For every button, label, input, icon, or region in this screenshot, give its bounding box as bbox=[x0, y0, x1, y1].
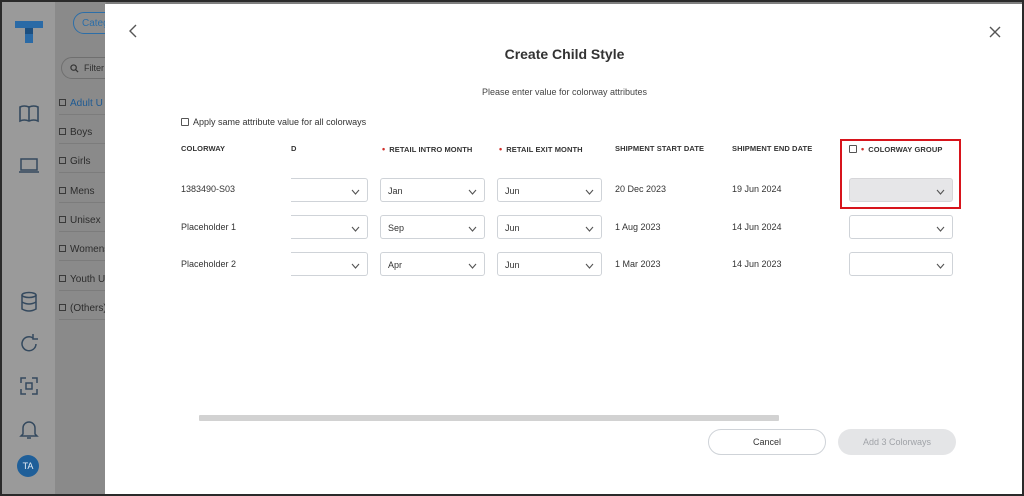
chevron-down-icon bbox=[468, 189, 477, 195]
create-child-style-modal: Create Child Style Please enter value fo… bbox=[105, 4, 1022, 494]
row2-partial-select[interactable] bbox=[291, 215, 368, 239]
required-marker: • bbox=[499, 144, 503, 154]
row1-colorway-group-select[interactable] bbox=[849, 178, 953, 202]
search-icon bbox=[70, 64, 79, 73]
header-retail-exit: • RETAIL EXIT MONTH bbox=[499, 144, 583, 154]
row3-intro-select[interactable]: Apr bbox=[380, 252, 485, 276]
row2-ship-end: 14 Jun 2024 bbox=[732, 222, 782, 232]
header-colorway: COLORWAY bbox=[181, 144, 226, 153]
chevron-down-icon bbox=[585, 226, 594, 232]
close-icon bbox=[989, 26, 1001, 38]
apply-all-option[interactable]: Apply same attribute value for all color… bbox=[181, 117, 366, 127]
chevron-left-icon bbox=[129, 24, 137, 38]
row2-ship-start: 1 Aug 2023 bbox=[615, 222, 661, 232]
chevron-down-icon bbox=[468, 263, 477, 269]
avatar[interactable]: TA bbox=[17, 455, 39, 477]
header-ship-end: SHIPMENT END DATE bbox=[732, 144, 813, 153]
chevron-down-icon bbox=[585, 263, 594, 269]
row1-exit-select[interactable]: Jun bbox=[497, 178, 602, 202]
expand-icon[interactable] bbox=[17, 374, 41, 398]
header-retail-intro: • RETAIL INTRO MONTH bbox=[382, 144, 473, 154]
refresh-icon[interactable] bbox=[17, 332, 41, 356]
filter-placeholder: Filter bbox=[84, 63, 104, 73]
icon-rail: TA bbox=[2, 2, 56, 494]
row2-colorway: Placeholder 1 bbox=[181, 222, 237, 232]
chevron-down-icon bbox=[351, 226, 360, 232]
row1-ship-start: 20 Dec 2023 bbox=[615, 184, 667, 194]
brand-logo-icon bbox=[15, 21, 43, 43]
chevron-down-icon bbox=[585, 189, 594, 195]
chevron-down-icon bbox=[936, 263, 945, 269]
book-icon[interactable] bbox=[17, 102, 41, 126]
row3-exit-select[interactable]: Jun bbox=[497, 252, 602, 276]
chevron-down-icon bbox=[936, 226, 945, 232]
close-button[interactable] bbox=[987, 24, 1003, 40]
modal-subtitle: Please enter value for colorway attribut… bbox=[481, 87, 648, 97]
chevron-down-icon bbox=[468, 226, 477, 232]
row2-intro-select[interactable]: Sep bbox=[380, 215, 485, 239]
row3-ship-end: 14 Jun 2023 bbox=[732, 259, 782, 269]
modal-title: Create Child Style bbox=[504, 46, 625, 62]
header-ship-start: SHIPMENT START DATE bbox=[615, 144, 705, 153]
row2-exit-select[interactable]: Jun bbox=[497, 215, 602, 239]
chevron-down-icon bbox=[936, 189, 945, 195]
add-colorways-button[interactable]: Add 3 Colorways bbox=[838, 429, 956, 455]
row1-intro-select[interactable]: Jan bbox=[380, 178, 485, 202]
apply-all-label: Apply same attribute value for all color… bbox=[193, 117, 367, 127]
row3-colorway-group-select[interactable] bbox=[849, 252, 953, 276]
apply-all-checkbox[interactable] bbox=[181, 118, 189, 126]
row1-colorway: 1383490-S03 bbox=[181, 184, 236, 194]
row3-colorway: Placeholder 2 bbox=[181, 259, 237, 269]
row1-ship-end: 19 Jun 2024 bbox=[732, 184, 782, 194]
chevron-down-icon bbox=[351, 189, 360, 195]
row1-partial-select[interactable] bbox=[291, 178, 368, 202]
row3-ship-start: 1 Mar 2023 bbox=[615, 259, 661, 269]
chevron-down-icon bbox=[351, 263, 360, 269]
category-panel: Categ Filter Adult U Boys Girls Mens Uni… bbox=[56, 2, 133, 494]
cancel-button[interactable]: Cancel bbox=[708, 429, 826, 455]
horizontal-scrollbar[interactable] bbox=[199, 415, 779, 421]
required-marker: • bbox=[382, 144, 386, 154]
row3-partial-select[interactable] bbox=[291, 252, 368, 276]
app-frame: TA Categ Filter Adult U Boys Girls Mens … bbox=[0, 0, 1024, 496]
header-partial-column: D bbox=[291, 144, 297, 153]
row2-colorway-group-select[interactable] bbox=[849, 215, 953, 239]
bell-icon[interactable] bbox=[17, 417, 41, 441]
monitor-icon[interactable] bbox=[17, 154, 41, 178]
database-icon[interactable] bbox=[17, 290, 41, 314]
back-button[interactable] bbox=[125, 22, 143, 40]
